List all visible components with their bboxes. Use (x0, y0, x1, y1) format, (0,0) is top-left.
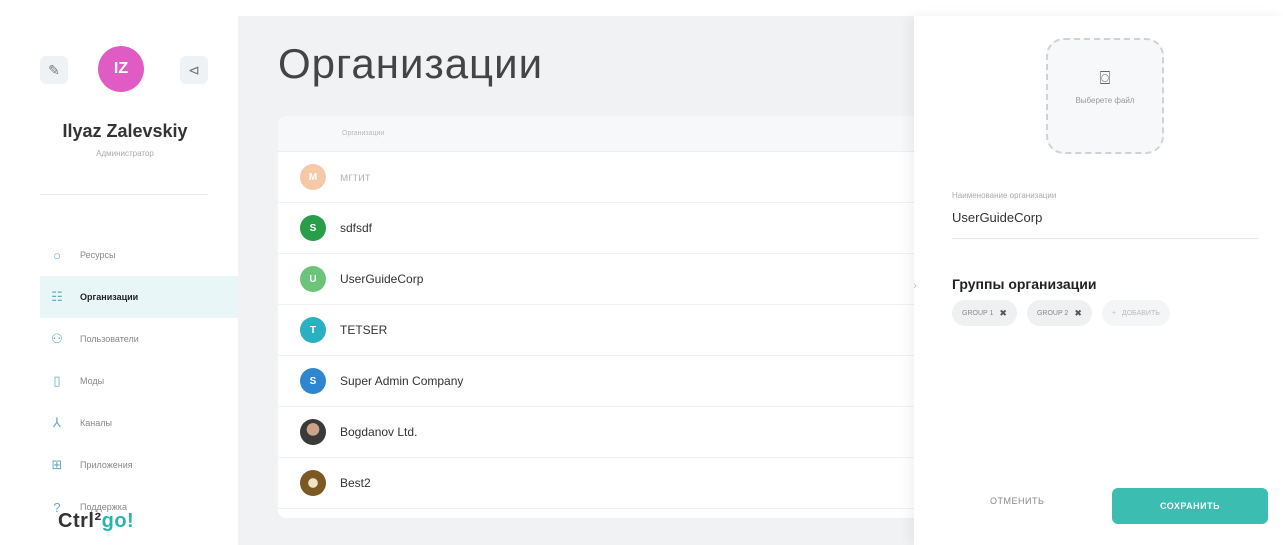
users-icon: ⚇ (51, 331, 63, 346)
circle-icon: ○ (53, 247, 61, 263)
sidebar-item-channels[interactable]: ⅄ Каналы (40, 402, 238, 444)
org-avatar: S (300, 215, 326, 241)
table-row[interactable]: Bogdanov Ltd. (278, 407, 958, 458)
channels-icon: ⅄ (53, 415, 61, 430)
org-photo-avatar (300, 419, 326, 445)
org-photo-avatar (300, 470, 326, 496)
brand-text: Ctrl² (58, 510, 102, 532)
org-avatar: M (300, 164, 326, 190)
brand-logo: Ctrl²go! (58, 510, 134, 533)
app-window: ✎ IZ ⊲ Ilyaz Zalevskiy Администратор ○ Р… (0, 0, 1283, 545)
cancel-button[interactable]: ОТМЕНИТЬ (990, 496, 1044, 506)
sidebar-menu: ○ Ресурсы ☷ Организации ⚇ Пользователи ▯… (40, 234, 238, 528)
user-name: Ilyaz Zalevskiy (62, 121, 188, 141)
sidebar-divider (40, 194, 208, 195)
sidebar: ✎ IZ ⊲ Ilyaz Zalevskiy Администратор ○ Р… (0, 16, 238, 545)
page-title: Организации (278, 40, 544, 87)
logo-upload-dropzone[interactable]: ⌼ Выберете файл (1046, 38, 1164, 154)
device-icon: ▯ (53, 373, 61, 388)
main-content: Организации Организации M мгтит S sdfsdf… (238, 16, 958, 545)
org-name: sdfsdf (340, 221, 373, 235)
table-row[interactable]: U UserGuideCorp (278, 254, 958, 305)
sidebar-item-users[interactable]: ⚇ Пользователи (40, 318, 238, 360)
field-underline (952, 238, 1258, 239)
sidebar-item-label: Моды (80, 376, 105, 386)
sidebar-item-organizations[interactable]: ☷ Организации (40, 276, 238, 318)
chevron-right-icon[interactable]: › (908, 274, 922, 298)
upload-label: Выберете файл (1075, 96, 1135, 105)
sidebar-item-label: Пользователи (80, 334, 139, 344)
org-edit-panel: › ⌼ Выберете файл Наименование организац… (913, 16, 1283, 545)
add-label: ДОБАВИТЬ (1121, 309, 1160, 317)
user-role: Администратор (96, 149, 154, 158)
top-bar (0, 0, 1283, 16)
org-name: мгтит (340, 170, 371, 184)
edit-icon[interactable]: ✎ (40, 56, 68, 84)
org-avatar: S (300, 368, 326, 394)
save-button[interactable]: СОХРАНИТЬ (1112, 488, 1268, 524)
camera-icon: ⌼ (1099, 68, 1111, 88)
table-row[interactable]: M мгтит (278, 152, 958, 203)
add-group-button[interactable]: + ДОБАВИТЬ (1101, 300, 1170, 326)
org-avatar: U (300, 266, 326, 292)
group-chips: GROUP 1 ✖ GROUP 2 ✖ + ДОБАВИТЬ (952, 300, 1170, 326)
table-row[interactable]: S sdfsdf (278, 203, 958, 254)
sidebar-item-resources[interactable]: ○ Ресурсы (40, 234, 238, 276)
close-icon[interactable]: ✖ (999, 308, 1007, 319)
chip-label: GROUP 1 (962, 309, 994, 317)
sidebar-item-label: Каналы (80, 418, 112, 428)
org-name-label: Наименование организации (952, 191, 1057, 200)
group-chip[interactable]: GROUP 1 ✖ (952, 300, 1017, 326)
org-name: TETSER (340, 323, 388, 337)
org-name: Best2 (340, 476, 371, 490)
logout-icon[interactable]: ⊲ (180, 56, 208, 84)
chip-label: GROUP 2 (1036, 309, 1069, 317)
group-chip[interactable]: GROUP 2 ✖ (1026, 300, 1092, 326)
org-name-field[interactable]: UserGuideCorp (952, 210, 1042, 225)
org-name: UserGuideCorp (340, 272, 424, 286)
table-row[interactable]: T TETSER (278, 305, 958, 356)
apps-grid-icon: ⊞ (51, 457, 63, 472)
org-avatar: T (300, 317, 326, 343)
org-chart-icon: ☷ (51, 289, 63, 304)
avatar[interactable]: IZ (98, 46, 144, 92)
sidebar-item-label: Организации (80, 292, 139, 302)
table-row[interactable]: S Super Admin Company (278, 356, 958, 407)
brand-accent: go! (101, 510, 135, 532)
sidebar-item-label: Ресурсы (80, 250, 116, 260)
table-row[interactable]: Best2 (278, 458, 958, 509)
groups-title: Группы организации (952, 276, 1097, 292)
plus-icon: + (1111, 309, 1116, 317)
sidebar-item-mods[interactable]: ▯ Моды (40, 360, 238, 402)
sidebar-profile-bar: ✎ IZ ⊲ (40, 46, 208, 94)
organizations-table: Организации M мгтит S sdfsdf U UserGuide… (278, 116, 958, 518)
sidebar-item-apps[interactable]: ⊞ Приложения (40, 444, 238, 486)
close-icon[interactable]: ✖ (1074, 308, 1082, 319)
table-header: Организации (278, 116, 958, 152)
sidebar-item-label: Приложения (80, 460, 133, 470)
org-name: Bogdanov Ltd. (340, 425, 418, 439)
org-name: Super Admin Company (340, 374, 464, 388)
